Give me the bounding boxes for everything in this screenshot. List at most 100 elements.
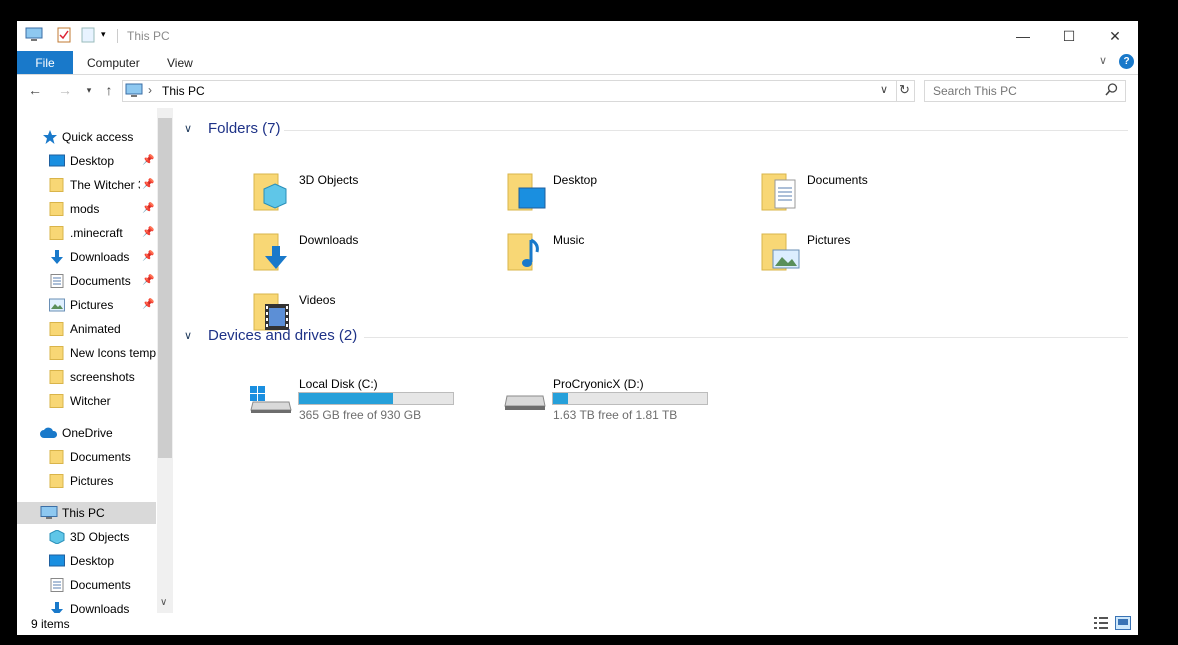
tab-view[interactable]: View: [167, 56, 193, 70]
sidebar-item-quick-access[interactable]: Quick access: [17, 126, 156, 148]
sidebar-item-pictures[interactable]: Pictures 📌: [17, 294, 156, 316]
sidebar-item-documents[interactable]: Documents 📌: [17, 270, 156, 292]
group-divider: [284, 130, 1128, 131]
folder-tile-desktop[interactable]: Desktop: [507, 170, 757, 220]
folder-label: Desktop: [553, 173, 598, 187]
this-pc-icon: [25, 27, 43, 45]
properties-icon[interactable]: [57, 27, 71, 45]
address-bar[interactable]: › This PC ∨ ↻: [122, 80, 915, 102]
downloads-folder-icon: [253, 230, 289, 274]
pin-icon[interactable]: 📌: [142, 203, 154, 214]
folder-icon: [49, 474, 65, 488]
sidebar-item-new-icons-temp[interactable]: New Icons temp: [17, 342, 156, 364]
desktop-icon: [49, 154, 65, 168]
large-icons-view-icon[interactable]: [1115, 616, 1131, 633]
breadcrumb-this-pc[interactable]: This PC: [162, 84, 205, 98]
back-button[interactable]: ←: [27, 82, 43, 98]
recent-locations-icon[interactable]: ▾: [81, 82, 97, 98]
sidebar-item-screenshots[interactable]: screenshots: [17, 366, 156, 388]
up-button[interactable]: ↑: [101, 82, 117, 98]
pin-icon[interactable]: 📌: [142, 299, 154, 310]
sidebar-item-mods[interactable]: mods 📌: [17, 198, 156, 220]
drive-label: Local Disk (C:): [299, 377, 378, 391]
desktop-folder-icon: [507, 170, 546, 214]
sidebar-item-label: Witcher: [70, 394, 111, 408]
minimize-button[interactable]: —: [1000, 21, 1046, 51]
sidebar-item-label: The Witcher 3: [70, 178, 140, 192]
download-icon: [49, 602, 65, 613]
navigation-bar: ← → ▾ ↑ › This PC ∨ ↻: [17, 75, 1138, 107]
sidebar-item-label: .minecraft: [70, 226, 123, 240]
drive-usage-bar: [552, 392, 708, 405]
sidebar-item-label: New Icons temp: [70, 346, 156, 360]
folder-label: Downloads: [299, 233, 359, 247]
drive-tile-c[interactable]: Local Disk (C:) 365 GB free of 930 GB: [249, 376, 499, 426]
collapse-chevron-icon[interactable]: ∨: [184, 122, 192, 135]
details-view-icon[interactable]: [1093, 616, 1109, 633]
desktop-icon: [49, 554, 65, 568]
drive-usage-fill: [553, 393, 569, 404]
pin-icon[interactable]: 📌: [142, 179, 154, 190]
sidebar-item-label: Pictures: [70, 474, 114, 488]
folder-tile-music[interactable]: Music: [507, 230, 757, 280]
folder-tile-documents[interactable]: Documents: [761, 170, 1011, 220]
tab-file[interactable]: File: [17, 51, 73, 74]
folder-icon: [49, 226, 65, 240]
folder-icon: [49, 370, 65, 384]
scroll-down-icon[interactable]: ∨: [160, 597, 167, 608]
forward-button[interactable]: →: [57, 82, 73, 98]
sidebar-item-label: Quick access: [62, 130, 134, 144]
folder-tile-3d-objects[interactable]: 3D Objects: [253, 170, 503, 220]
close-button[interactable]: ✕: [1092, 21, 1138, 51]
pin-icon[interactable]: 📌: [142, 275, 154, 286]
sidebar-item-pc-downloads[interactable]: Downloads: [17, 598, 156, 613]
folder-label: Videos: [299, 293, 336, 307]
sidebar-item-animated[interactable]: Animated: [17, 318, 156, 340]
star-icon: [42, 130, 58, 144]
search-box[interactable]: [924, 80, 1126, 102]
folder-label: Documents: [807, 173, 868, 187]
content-pane: ∨ Folders (7) 3D Objects Desktop Documen…: [174, 108, 1138, 613]
maximize-button[interactable]: ☐: [1046, 21, 1092, 51]
customize-qat-icon[interactable]: ▾: [101, 29, 106, 47]
sidebar-item-downloads[interactable]: Downloads 📌: [17, 246, 156, 268]
folder-icon: [49, 178, 65, 192]
drive-tile-d[interactable]: ProCryonicX (D:) 1.63 TB free of 1.81 TB: [503, 376, 753, 426]
pin-icon[interactable]: 📌: [142, 251, 154, 262]
ribbon-expand-icon[interactable]: ∨: [1099, 54, 1107, 67]
sidebar-item-onedrive-documents[interactable]: Documents: [17, 446, 156, 468]
navigation-pane: Quick access Desktop 📌 The Witcher 3 📌 m…: [17, 108, 174, 613]
sidebar-scroll-thumb[interactable]: [158, 118, 172, 458]
pictures-folder-icon: [761, 230, 800, 274]
pin-icon[interactable]: 📌: [142, 155, 154, 166]
sidebar-item-onedrive[interactable]: OneDrive: [17, 422, 156, 444]
sidebar-item-witcher[interactable]: Witcher: [17, 390, 156, 412]
sidebar-item-3d-objects[interactable]: 3D Objects: [17, 526, 156, 548]
sidebar-item-onedrive-pictures[interactable]: Pictures: [17, 470, 156, 492]
window-title: This PC: [127, 29, 170, 43]
pin-icon[interactable]: 📌: [142, 227, 154, 238]
sidebar-item-the-witcher-3[interactable]: The Witcher 3 📌: [17, 174, 156, 196]
folder-tile-downloads[interactable]: Downloads: [253, 230, 503, 280]
help-icon[interactable]: ?: [1119, 54, 1134, 69]
sidebar-item-minecraft[interactable]: .minecraft 📌: [17, 222, 156, 244]
sidebar-item-this-pc[interactable]: This PC: [17, 502, 156, 524]
folders-group-header[interactable]: ∨ Folders (7): [184, 120, 1134, 140]
sidebar-item-pc-documents[interactable]: Documents: [17, 574, 156, 596]
breadcrumb-chevron-icon[interactable]: ›: [148, 83, 152, 97]
folder-tile-pictures[interactable]: Pictures: [761, 230, 1011, 280]
tab-computer[interactable]: Computer: [87, 56, 140, 70]
sidebar-item-label: Desktop: [70, 554, 115, 568]
address-dropdown-icon[interactable]: ∨: [880, 83, 888, 96]
new-folder-icon[interactable]: [81, 27, 95, 45]
collapse-chevron-icon[interactable]: ∨: [184, 329, 192, 342]
sidebar-item-label: Documents: [70, 450, 131, 464]
sidebar-item-pc-desktop[interactable]: Desktop: [17, 550, 156, 572]
refresh-icon[interactable]: ↻: [899, 82, 910, 98]
status-bar: 9 items: [17, 613, 1138, 635]
search-icon[interactable]: [1105, 83, 1118, 99]
search-input[interactable]: [933, 84, 1103, 98]
sidebar-item-desktop[interactable]: Desktop 📌: [17, 150, 156, 172]
sidebar-scrollbar[interactable]: ∨: [157, 108, 173, 613]
drives-group-header[interactable]: ∨ Devices and drives (2): [184, 327, 1134, 347]
